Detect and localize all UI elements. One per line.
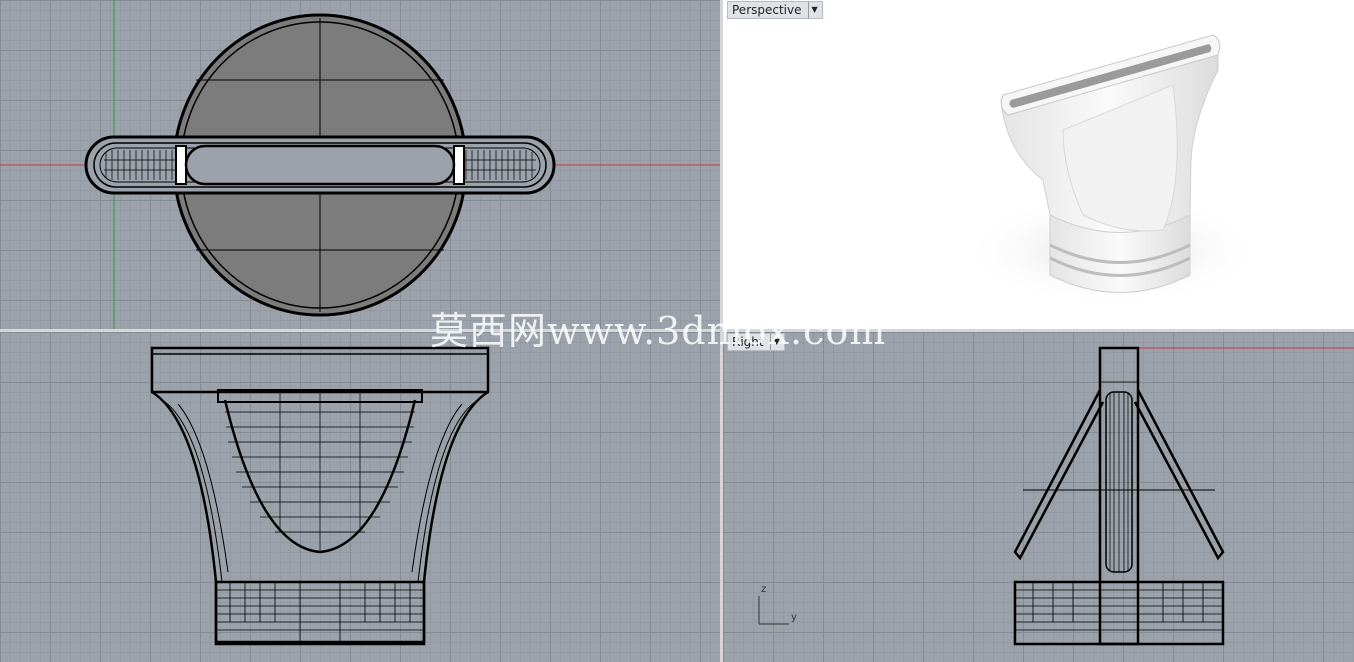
- perspective-label-text: Perspective: [732, 3, 802, 17]
- right-viewport-label[interactable]: Right ▼: [727, 333, 785, 351]
- front-viewport[interactable]: [0, 332, 720, 662]
- right-viewport[interactable]: z y Right ▼: [723, 332, 1354, 662]
- chevron-down-icon[interactable]: ▼: [807, 2, 818, 18]
- perspective-render: [963, 34, 1263, 305]
- top-viewport[interactable]: [0, 0, 720, 329]
- right-label-text: Right: [732, 335, 764, 349]
- perspective-viewport-label[interactable]: Perspective ▼: [727, 1, 823, 19]
- slot-opening: [184, 144, 456, 186]
- right-view-wireframe: [758, 346, 1354, 646]
- perspective-viewport[interactable]: Perspective ▼: [723, 0, 1354, 329]
- z-axis-label: z: [761, 584, 767, 595]
- right-left-flare: [1013, 389, 1105, 561]
- top-view-wireframe: [0, 0, 720, 329]
- right-right-flare: [1133, 389, 1225, 561]
- chevron-down-icon[interactable]: ▼: [769, 334, 780, 350]
- right-base: [1013, 580, 1225, 646]
- front-view-wireframe: [150, 346, 490, 646]
- front-base: [214, 580, 426, 646]
- y-axis-label: y: [791, 612, 797, 623]
